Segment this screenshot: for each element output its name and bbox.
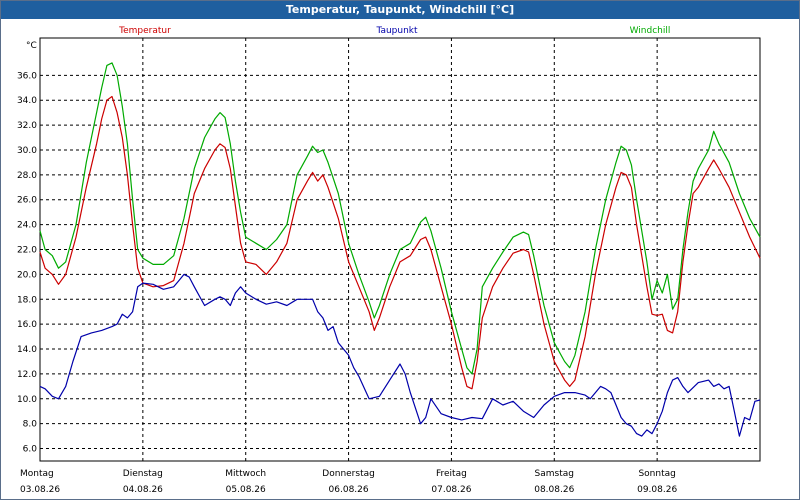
y-tick-label: 8.0 bbox=[23, 420, 38, 430]
x-tick-day-label: Samstag bbox=[535, 469, 574, 479]
series-line-windchill bbox=[39, 62, 761, 375]
y-tick-label: 34.0 bbox=[17, 96, 37, 106]
y-tick-label: 26.0 bbox=[17, 196, 37, 206]
y-axis-tick-labels: 6.0 8.0 10.0 12.0 14.0 16.0 18.0 20.0 22.0 24.0 26… bbox=[17, 71, 37, 454]
x-tick-date-label: 03.08.26 bbox=[20, 485, 60, 495]
legend: Temperatur Taupunkt Windchill bbox=[118, 26, 670, 36]
y-tick-label: 32.0 bbox=[17, 121, 37, 131]
y-tick-label: 22.0 bbox=[17, 246, 37, 256]
x-tick-day-label: Mittwoch bbox=[225, 469, 266, 479]
y-tick-label: 20.0 bbox=[17, 270, 37, 280]
y-tick-label: 10.0 bbox=[17, 395, 37, 405]
y-tick-label: 12.0 bbox=[17, 370, 37, 380]
y-tick-label: 14.0 bbox=[17, 345, 37, 355]
y-tick-label: 6.0 bbox=[23, 445, 38, 455]
x-tick-date-label: 08.08.26 bbox=[534, 485, 574, 495]
y-tick-label: 16.0 bbox=[17, 320, 37, 330]
x-tick-date-label: 06.08.26 bbox=[329, 485, 369, 495]
x-axis-tick-labels: Montag 03.08.26 Dienstag 04.08.26 Mittwoch 05… bbox=[20, 469, 677, 495]
y-tick-label: 24.0 bbox=[17, 221, 37, 231]
series-line-temperatur bbox=[39, 95, 761, 390]
legend-entry-windchill: Windchill bbox=[630, 26, 671, 36]
y-tick-label: 18.0 bbox=[17, 295, 37, 305]
y-tick-label: 28.0 bbox=[17, 171, 37, 181]
y-tick-label: 36.0 bbox=[17, 71, 37, 81]
y-axis-unit-label: °C bbox=[26, 41, 37, 51]
x-tick-date-label: 04.08.26 bbox=[123, 485, 163, 495]
legend-entry-temperatur: Temperatur bbox=[118, 26, 171, 36]
x-tick-day-label: Montag bbox=[20, 469, 54, 479]
x-tick-day-label: Freitag bbox=[436, 469, 467, 479]
x-tick-day-label: Donnerstag bbox=[322, 469, 375, 479]
legend-entry-taupunkt: Taupunkt bbox=[375, 26, 418, 36]
x-tick-day-label: Sonntag bbox=[638, 469, 675, 479]
x-tick-date-label: 09.08.26 bbox=[637, 485, 677, 495]
y-tick-label: 30.0 bbox=[17, 146, 37, 156]
temperature-chart: °C 6.0 8.0 10.0 12.0 14.0 16.0 18.0 20.0 22.0 24.… bbox=[17, 26, 761, 495]
x-tick-day-label: Dienstag bbox=[123, 469, 163, 479]
x-tick-date-label: 05.08.26 bbox=[226, 485, 266, 495]
x-tick-date-label: 07.08.26 bbox=[431, 485, 471, 495]
